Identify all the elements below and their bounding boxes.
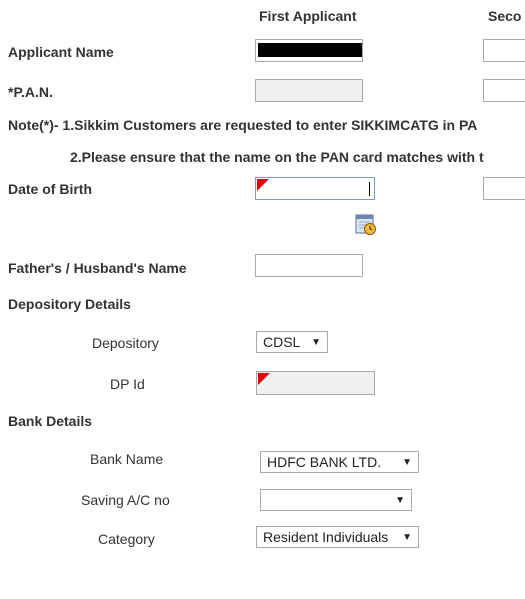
bank-name-select-value: HDFC BANK LTD. xyxy=(267,454,382,470)
first-applicant-pan-input[interactable] xyxy=(255,79,363,102)
first-applicant-name-input[interactable] xyxy=(255,39,363,62)
second-applicant-pan-input[interactable] xyxy=(483,79,525,102)
bank-details-heading: Bank Details xyxy=(8,413,93,429)
dp-id-input[interactable] xyxy=(256,371,375,395)
first-applicant-header: First Applicant xyxy=(259,8,357,24)
second-applicant-header: Seco xyxy=(488,8,522,24)
category-label: Category xyxy=(98,531,155,547)
redacted-name xyxy=(258,43,362,57)
first-applicant-dob-input[interactable] xyxy=(255,177,375,200)
chevron-down-icon: ▼ xyxy=(311,336,321,348)
category-select[interactable]: Resident Individuals ▼ xyxy=(256,526,419,548)
chevron-down-icon: ▼ xyxy=(395,494,405,506)
saving-ac-label: Saving A/C no xyxy=(81,492,170,508)
pan-label: *P.A.N. xyxy=(8,84,53,100)
second-applicant-dob-input[interactable] xyxy=(483,177,525,200)
required-marker-icon xyxy=(258,373,270,385)
second-applicant-name-input[interactable] xyxy=(483,39,525,62)
dp-id-label: DP Id xyxy=(110,376,145,392)
category-select-value: Resident Individuals xyxy=(263,529,389,545)
applicant-name-label: Applicant Name xyxy=(8,44,114,60)
depository-select[interactable]: CDSL ▼ xyxy=(256,331,328,353)
required-marker-icon xyxy=(257,179,269,191)
depository-label: Depository xyxy=(92,335,159,351)
chevron-down-icon: ▼ xyxy=(402,456,412,468)
depository-details-heading: Depository Details xyxy=(8,296,131,312)
note-line-2: 2.Please ensure that the name on the PAN… xyxy=(70,149,484,165)
calendar-icon[interactable] xyxy=(355,212,377,236)
chevron-down-icon: ▼ xyxy=(402,531,412,543)
father-husband-name-label: Father's / Husband's Name xyxy=(8,260,187,276)
dob-label: Date of Birth xyxy=(8,181,92,197)
bank-name-select[interactable]: HDFC BANK LTD. ▼ xyxy=(260,451,419,473)
bank-name-label: Bank Name xyxy=(90,451,164,467)
text-cursor xyxy=(369,182,370,196)
saving-ac-select[interactable]: ▼ xyxy=(260,489,412,511)
depository-select-value: CDSL xyxy=(263,334,301,350)
father-husband-name-input[interactable] xyxy=(255,254,363,277)
note-line-1: Note(*)- 1.Sikkim Customers are requeste… xyxy=(8,117,478,133)
